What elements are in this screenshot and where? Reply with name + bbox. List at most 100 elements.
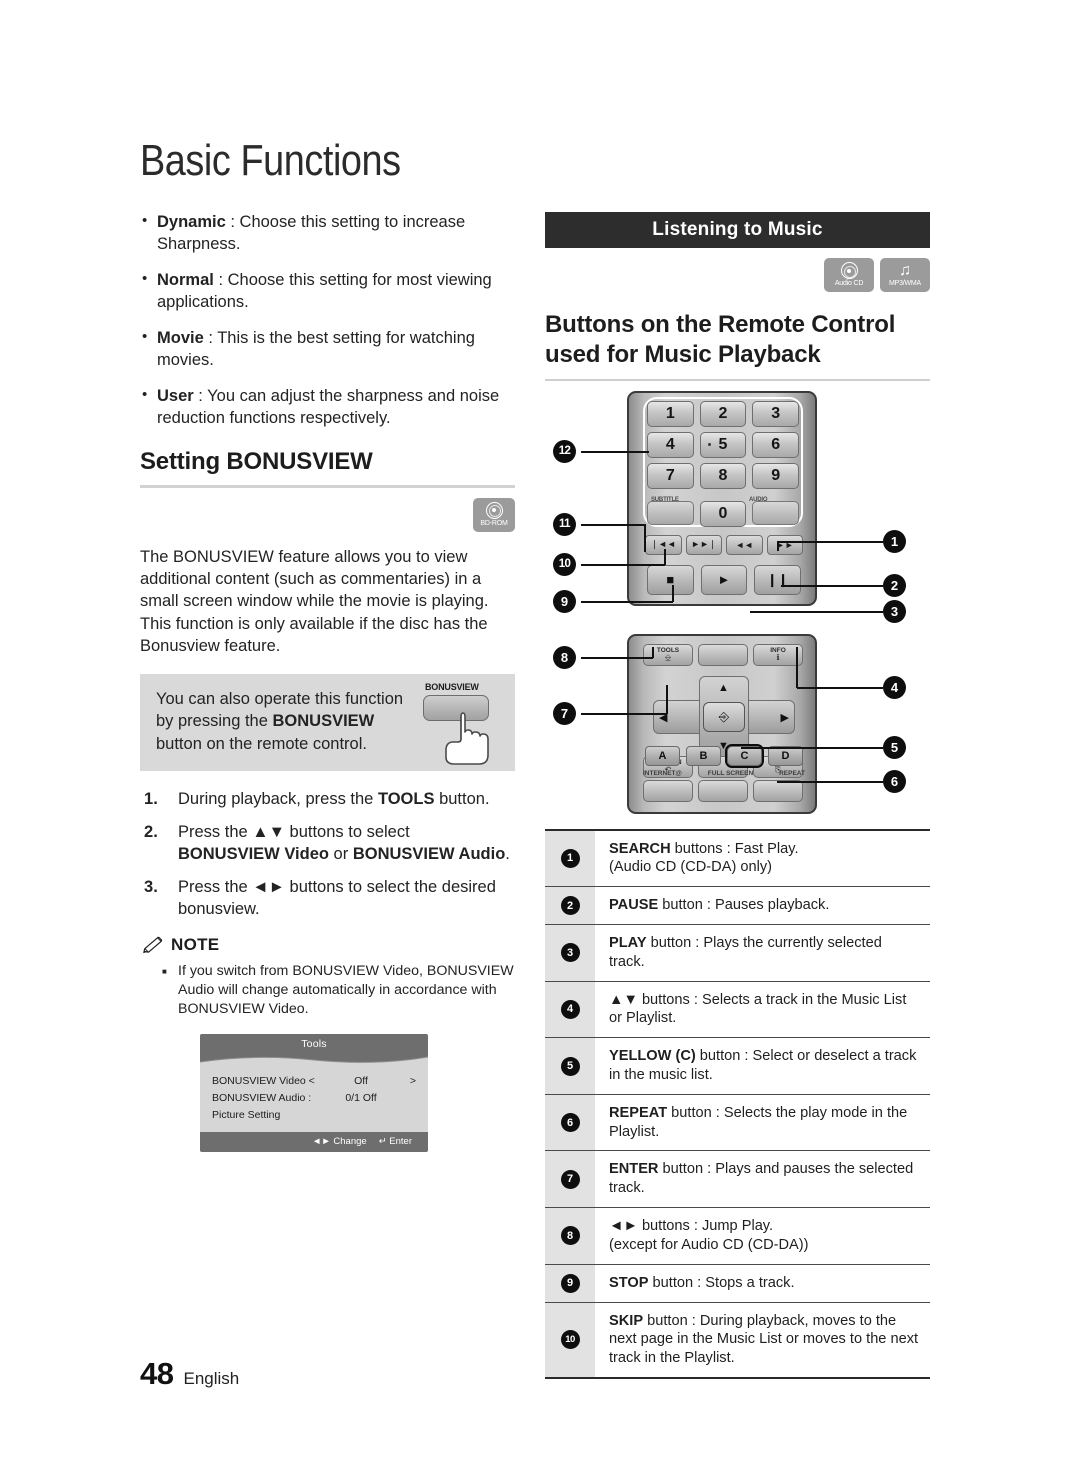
bottom-function-row: [643, 779, 803, 802]
callout-12: 12: [553, 439, 576, 463]
skip-forward-button[interactable]: ►►❘: [685, 534, 722, 555]
internet-button[interactable]: [643, 779, 693, 802]
table-row-number-cell: 3: [545, 924, 595, 981]
color-button-a[interactable]: A: [645, 745, 680, 766]
fast-forward-button[interactable]: ►►: [766, 534, 803, 555]
key-9[interactable]: 9: [752, 462, 799, 489]
dpad-right-arrow-icon[interactable]: ▶: [781, 711, 789, 724]
key-5[interactable]: 5: [699, 431, 747, 458]
osd-rows: BONUSVIEW Video < Off > BONUSVIEW Audio : 0/…: [200, 1067, 428, 1132]
callout-4: 4: [883, 675, 906, 699]
leader-8: [581, 656, 653, 659]
leader-12: [581, 450, 649, 453]
page-language: English: [183, 1369, 240, 1388]
picture-mode-term: Normal: [157, 270, 214, 289]
key-3[interactable]: 3: [752, 400, 799, 427]
tools-glyph: ⎒: [664, 653, 672, 662]
table-row-description: REPEAT button : Selects the play mode in…: [595, 1095, 930, 1151]
dpad-up-arrow-icon[interactable]: ▲: [718, 682, 729, 694]
callout-11: 11: [553, 512, 576, 536]
table-row: 5 YELLOW (C) button : Select or deselect …: [545, 1038, 930, 1095]
bonusview-button-illustration: BONUSVIEW: [411, 682, 507, 768]
mp3-wma-badge-label: MP3/WMA: [888, 280, 922, 287]
table-row-number-cell: 1: [545, 830, 595, 887]
note-heading: NOTE: [142, 935, 515, 955]
leader-11: [581, 523, 645, 526]
page-number: 48: [140, 1356, 174, 1391]
leader-5: [741, 746, 883, 749]
osd-row-value: Off: [354, 1075, 368, 1088]
info-glyph: ℹ: [776, 653, 780, 662]
callout-badge: 5: [560, 1056, 580, 1076]
section-heading-bonusview: Setting BONUSVIEW: [140, 447, 373, 475]
table-row-description: PLAY button : Plays the currently select…: [595, 925, 930, 981]
picture-mode-bullet: Dynamic : Choose this setting to increas…: [140, 211, 515, 256]
right-column: Listening to Music Audio CD ♫ MP3/WMA Bu…: [545, 212, 930, 1379]
repeat-button[interactable]: [753, 779, 803, 802]
key-1[interactable]: 1: [647, 400, 694, 427]
pointing-hand-icon: [445, 711, 489, 765]
media-badge-row: Audio CD ♫ MP3/WMA: [545, 258, 930, 292]
button-description: button : During playback, moves to the n…: [609, 1312, 919, 1367]
mp3-wma-badge: ♫ MP3/WMA: [880, 258, 930, 292]
audio-button[interactable]: [752, 500, 799, 525]
table-row-number-cell: 10: [545, 1302, 595, 1377]
tools-button[interactable]: TOOLS ⎒: [643, 643, 693, 666]
leader-7-v: [666, 684, 668, 714]
numeric-keypad: 123 456 789: [647, 400, 799, 489]
pencil-icon: [143, 936, 163, 953]
rewind-button[interactable]: ◄◄: [726, 534, 763, 555]
remote-section-divider: [545, 378, 930, 381]
enter-button[interactable]: ⎆: [703, 701, 745, 732]
osd-row-arrow[interactable]: >: [402, 1075, 416, 1087]
key-4[interactable]: 4: [647, 431, 694, 458]
button-name: PAUSE: [609, 897, 659, 914]
color-button-d[interactable]: D: [768, 745, 803, 766]
picture-mode-bullet: Movie : This is the best setting for wat…: [140, 327, 515, 372]
leader-2: [781, 584, 883, 587]
color-button-c[interactable]: C: [725, 743, 764, 768]
full-screen-button[interactable]: [698, 779, 748, 802]
picture-mode-bullet: Normal : Choose this setting for most vi…: [140, 269, 515, 314]
button-description: button : Stops a track.: [648, 1274, 795, 1291]
key-8[interactable]: 8: [699, 462, 747, 489]
table-row-number-cell: 2: [545, 887, 595, 924]
callout-badge: 10: [560, 1330, 580, 1350]
callout-5: 5: [883, 735, 906, 759]
leader-6: [777, 780, 883, 783]
pause-button[interactable]: ❙❙: [754, 564, 801, 595]
transport-row: ❘◄◄ ►►❘ ◄◄ ►►: [645, 534, 803, 555]
stop-button[interactable]: ■: [647, 564, 694, 595]
osd-row[interactable]: BONUSVIEW Audio : 0/1 Off: [212, 1090, 416, 1107]
table-row-number-cell: 4: [545, 981, 595, 1038]
button-name: YELLOW (C): [609, 1048, 696, 1065]
step-text: .: [505, 844, 510, 863]
osd-row[interactable]: Picture Setting: [212, 1107, 416, 1124]
leader-10: [581, 563, 665, 566]
table-row-description: ▲▼ buttons : Selects a track in the Musi…: [595, 982, 930, 1038]
table-row-description: SEARCH buttons : Fast Play. (Audio CD (CD…: [595, 831, 930, 887]
key-2[interactable]: 2: [699, 400, 747, 427]
remote-lower-body: TOOLS ⎒ INFO ℹ ◀ ▶ ▲ ▼ ⎆ ↶ ⎘ A B C D INT…: [627, 633, 817, 814]
leader-10-v: [664, 548, 666, 565]
picture-mode-term: User: [157, 386, 194, 405]
remote-upper-body: 123456789 SUBTITLE AUDIO 0 ❘◄◄ ►►❘ ◄◄ ►► ■ ►…: [627, 390, 817, 606]
manual-page: Basic Functions Dynamic : Choose this se…: [0, 0, 1080, 1477]
dpad-down-arrow-icon[interactable]: ▼: [718, 740, 729, 752]
leader-9-v: [672, 584, 674, 602]
osd-row[interactable]: BONUSVIEW Video < Off >: [212, 1073, 416, 1090]
color-button-b[interactable]: B: [686, 745, 721, 766]
bd-rom-badge: BD-ROM: [473, 497, 515, 532]
subtitle-button[interactable]: [647, 500, 694, 525]
table-row: 9 STOP button : Stops a track.: [545, 1264, 930, 1303]
picture-mode-term: Movie: [157, 328, 204, 347]
play-button[interactable]: ►: [700, 564, 748, 595]
table-row: 3 PLAY button : Plays the currently selec…: [545, 924, 930, 982]
key-7[interactable]: 7: [647, 462, 694, 489]
key-6[interactable]: 6: [752, 431, 799, 458]
disc-icon: [840, 262, 858, 279]
key-0[interactable]: 0: [699, 500, 747, 527]
callout-8: 8: [553, 645, 576, 669]
osd-row-key: Picture Setting: [212, 1109, 281, 1122]
table-row: 4 ▲▼ buttons : Selects a track in the Mus…: [545, 981, 930, 1039]
